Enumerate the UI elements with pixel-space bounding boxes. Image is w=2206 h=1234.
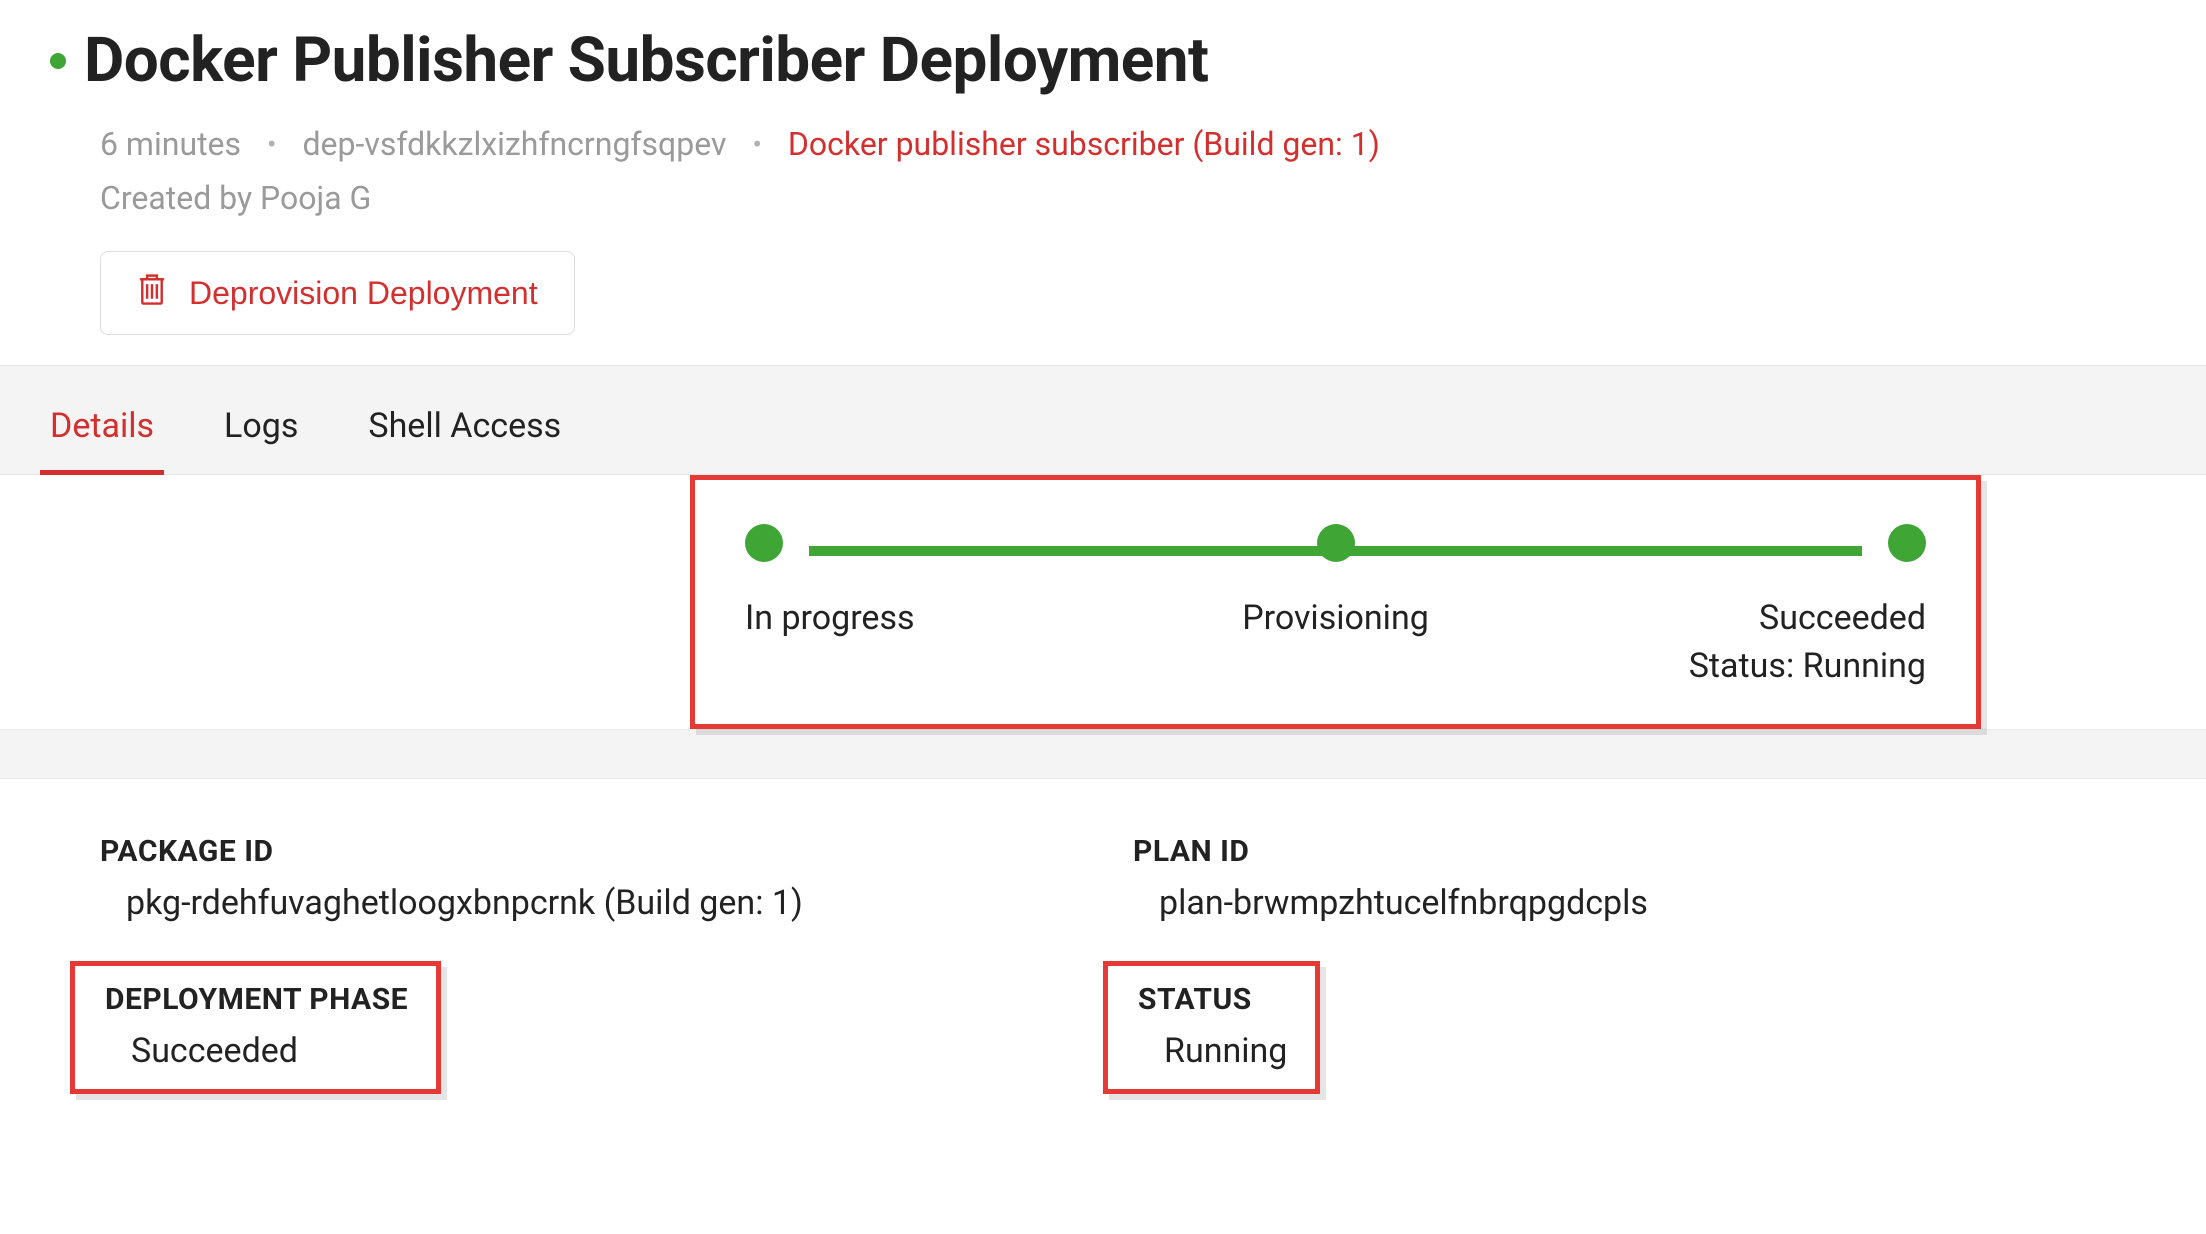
step-text: Succeeded [1759, 598, 1926, 638]
step-label-3: Succeeded Status: Running [1532, 576, 1926, 686]
meta-line: 6 minutes • dep-vsfdkkzlxizhfncrngfsqpev… [100, 125, 2106, 163]
deprovision-button[interactable]: Deprovision Deployment [100, 251, 575, 335]
title-row: Docker Publisher Subscriber Deployment [50, 24, 2106, 97]
deployment-phase-highlight: DEPLOYMENT PHASE Succeeded [70, 961, 441, 1094]
status-label: STATUS [1138, 982, 1287, 1017]
deployment-phase-value: Succeeded [131, 1031, 408, 1071]
trash-icon [137, 272, 167, 314]
status-highlight: STATUS Running [1103, 961, 1320, 1094]
progress-labels: In progress Provisioning Succeeded Statu… [745, 576, 1926, 686]
progress-stepper: In progress Provisioning Succeeded Statu… [690, 475, 1981, 729]
step-dot [1317, 524, 1355, 562]
details-left-column: PACKAGE ID pkg-rdehfuvaghetloogxbnpcrnk … [100, 834, 1073, 1094]
page-title: Docker Publisher Subscriber Deployment [84, 24, 1209, 97]
status-running-text: Status: Running [1689, 646, 1926, 686]
tabs-bar: Details Logs Shell Access [0, 365, 2206, 475]
deployment-phase-label: DEPLOYMENT PHASE [105, 982, 408, 1017]
details-right-column: PLAN ID plan-brwmpzhtucelfnbrqpgdcpls ST… [1133, 834, 2106, 1094]
step-provisioning [1139, 524, 1533, 562]
package-id-field: PACKAGE ID pkg-rdehfuvaghetloogxbnpcrnk … [100, 834, 1073, 923]
plan-id-label: PLAN ID [1133, 834, 2106, 869]
plan-id-field: PLAN ID plan-brwmpzhtucelfnbrqpgdcpls [1133, 834, 2106, 923]
step-label-1: In progress [745, 576, 1139, 638]
step-dot [745, 524, 783, 562]
plan-id-value: plan-brwmpzhtucelfnbrqpgdcpls [1159, 883, 2106, 923]
separator-dot: • [752, 128, 761, 161]
progress-track [745, 524, 1926, 576]
step-label-2: Provisioning [1139, 576, 1533, 638]
step-succeeded [1532, 524, 1926, 562]
created-by: Created by Pooja G [100, 179, 2106, 217]
deployment-id: dep-vsfdkkzlxizhfncrngfsqpev [302, 125, 726, 163]
divider-band [0, 729, 2206, 779]
progress-nodes [745, 524, 1926, 562]
status-value: Running [1164, 1031, 1287, 1071]
separator-dot: • [267, 128, 276, 161]
tab-logs[interactable]: Logs [224, 374, 298, 474]
deprovision-label: Deprovision Deployment [189, 275, 538, 312]
package-link[interactable]: Docker publisher subscriber (Build gen: … [788, 125, 1380, 163]
tab-shell-access[interactable]: Shell Access [368, 374, 561, 474]
step-text: In progress [745, 598, 915, 638]
step-dot [1888, 524, 1926, 562]
deployment-header: Docker Publisher Subscriber Deployment 6… [0, 0, 2206, 365]
step-text: Provisioning [1242, 598, 1429, 638]
status-indicator-dot [50, 53, 66, 69]
status-field: STATUS Running [1133, 961, 2106, 1094]
details-grid: PACKAGE ID pkg-rdehfuvaghetloogxbnpcrnk … [0, 779, 2206, 1134]
tab-details[interactable]: Details [50, 374, 154, 474]
deployment-phase-field: DEPLOYMENT PHASE Succeeded [100, 961, 1073, 1094]
progress-section: In progress Provisioning Succeeded Statu… [0, 475, 2206, 729]
package-id-value: pkg-rdehfuvaghetloogxbnpcrnk (Build gen:… [126, 883, 1073, 923]
step-in-progress [745, 524, 1139, 562]
deployment-age: 6 minutes [100, 125, 241, 163]
package-id-label: PACKAGE ID [100, 834, 1073, 869]
